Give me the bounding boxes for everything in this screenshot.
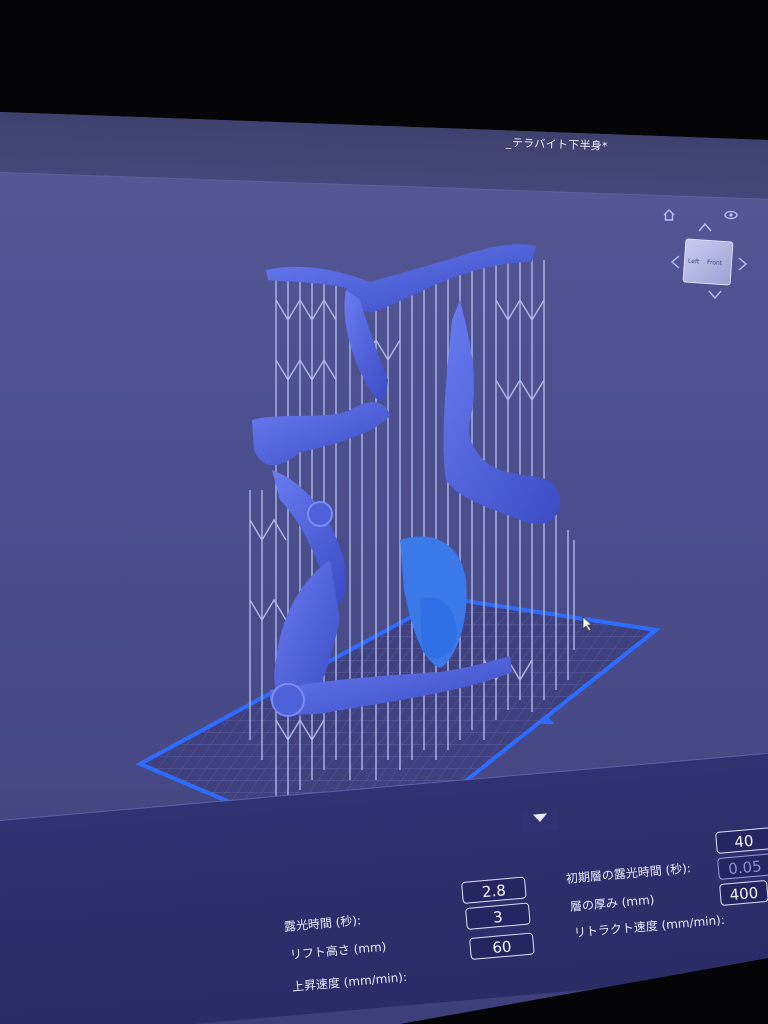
mouse-cursor-icon <box>582 616 594 632</box>
photo-stage: _テラバイト下半身* Left Front 露光時間 (秒): リフト高さ (m… <box>0 0 768 1024</box>
retract-speed-field[interactable]: 400 <box>719 879 768 906</box>
chevron-down-icon <box>533 813 547 823</box>
collapse-panel-button[interactable] <box>522 806 558 834</box>
monitor-screen: _テラバイト下半身* Left Front 露光時間 (秒): リフト高さ (m… <box>0 112 768 1024</box>
layer-height-field[interactable]: 0.05 <box>717 853 768 880</box>
bottom-exposure-field[interactable]: 40 <box>715 827 768 854</box>
